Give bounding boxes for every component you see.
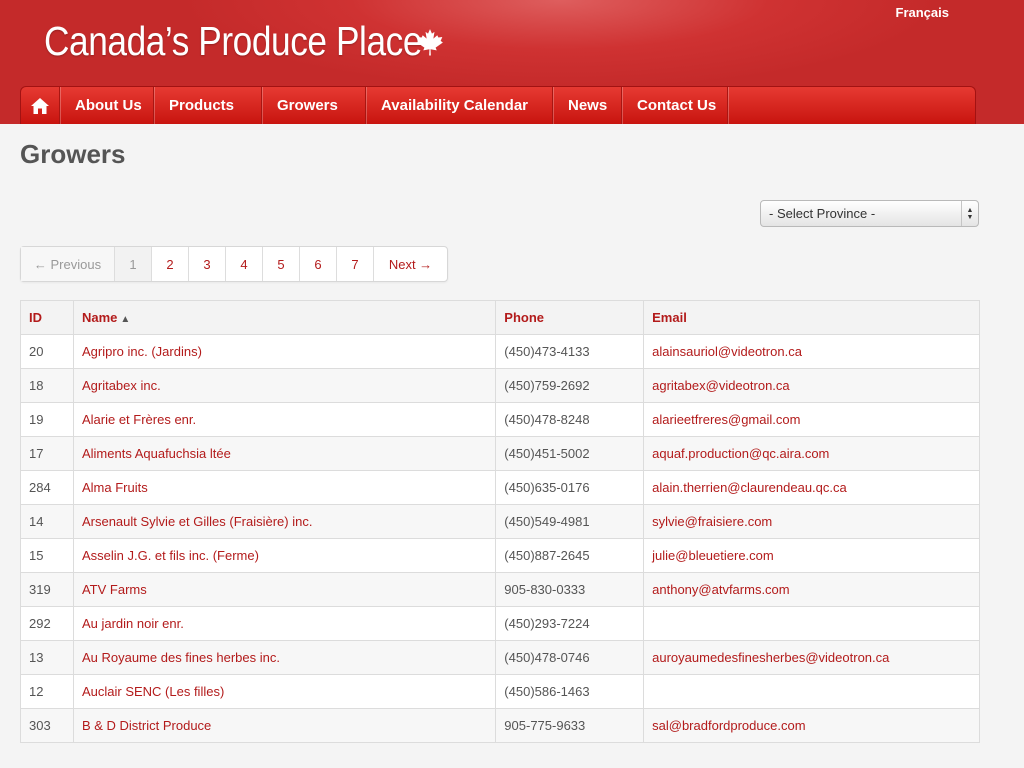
cell-name[interactable]: Auclair SENC (Les filles) [72,674,497,709]
table-row: 20 Agripro inc. (Jardins) (450)473-4133 ala… [20,334,980,369]
cell-phone: (450)759-2692 [495,368,645,403]
cell-phone: (450)451-5002 [495,436,645,471]
cell-phone: (450)887-2645 [495,538,645,573]
cell-id: 319 [20,572,74,607]
home-icon [31,97,49,114]
pagination-page-6[interactable]: 6 [300,247,337,281]
nav-home[interactable] [21,87,60,124]
cell-name[interactable]: Au Royaume des fines herbes inc. [72,640,497,675]
nav-products[interactable]: Products [154,87,262,124]
cell-email[interactable]: sal@bradfordproduce.com [643,708,980,743]
cell-email[interactable]: auroyaumedesfinesherbes@videotron.ca [643,640,980,675]
select-arrows-icon: ▲ ▼ [961,201,978,226]
cell-id: 15 [20,538,74,573]
pagination: ← Previous 1 2 3 4 5 6 7 Next → [20,246,448,282]
cell-name[interactable]: Au jardin noir enr. [72,606,497,641]
cell-id: 303 [20,708,74,743]
pagination-page-3[interactable]: 3 [189,247,226,281]
cell-id: 12 [20,674,74,709]
column-header-name-label: Name [81,310,118,325]
column-header-name[interactable]: Name ▲ [72,300,497,335]
province-select[interactable]: - Select Province - ▲ ▼ [760,200,979,227]
main-nav: About Us Products Growers Availability C… [20,86,976,124]
cell-id: 13 [20,640,74,675]
cell-phone: (450)293-7224 [495,606,645,641]
table-row: 18 Agritabex inc. (450)759-2692 agritabex@v… [20,368,980,403]
cell-name[interactable]: B & D District Produce [72,708,497,743]
cell-phone: (450)586-1463 [495,674,645,709]
cell-email[interactable] [643,606,980,641]
cell-email[interactable]: sylvie@fraisiere.com [643,504,980,539]
column-header-phone[interactable]: Phone [495,300,645,335]
nav-availability-calendar[interactable]: Availability Calendar [366,87,553,124]
pagination-page-7[interactable]: 7 [337,247,374,281]
sort-ascending-icon: ▲ [120,314,131,325]
cell-email[interactable]: alainsauriol@videotron.ca [643,334,980,369]
cell-id: 18 [20,368,74,403]
cell-name[interactable]: Agritabex inc. [72,368,497,403]
cell-email[interactable]: julie@bleuetiere.com [643,538,980,573]
cell-phone: 905-830-0333 [495,572,645,607]
pagination-page-5[interactable]: 5 [263,247,300,281]
cell-email[interactable]: aquaf.production@qc.aira.com [643,436,980,471]
table-row: 15 Asselin J.G. et fils inc. (Ferme) (450)… [20,538,980,573]
table-header-row: ID Name ▲ Phone Email [20,300,980,335]
cell-name[interactable]: Aliments Aquafuchsia ltée [72,436,497,471]
pagination-page-2[interactable]: 2 [152,247,189,281]
table-row: 319 ATV Farms 905-830-0333 anthony@atvfarms… [20,572,980,607]
cell-email[interactable]: alain.therrien@claurendeau.qc.ca [643,470,980,505]
nav-news[interactable]: News [553,87,622,124]
site-logo[interactable]: Canada’s Produce Place [44,18,422,65]
province-select-value: - Select Province - [769,206,876,221]
cell-name[interactable]: Alarie et Frères enr. [72,402,497,437]
pagination-page-4[interactable]: 4 [226,247,263,281]
pagination-next[interactable]: Next → [374,247,447,281]
table-row: 14 Arsenault Sylvie et Gilles (Fraisière)… [20,504,980,539]
column-header-id[interactable]: ID [20,300,74,335]
cell-id: 284 [20,470,74,505]
cell-email[interactable]: agritabex@videotron.ca [643,368,980,403]
table-row: 19 Alarie et Frères enr. (450)478-8248 alar… [20,402,980,437]
cell-email[interactable] [643,674,980,709]
cell-id: 20 [20,334,74,369]
maple-leaf-icon [417,29,443,56]
table-row: 12 Auclair SENC (Les filles) (450)586-1463 [20,674,980,709]
cell-id: 292 [20,606,74,641]
cell-name[interactable]: Arsenault Sylvie et Gilles (Fraisière) i… [72,504,497,539]
site-header: Français Canada’s Produce Place About Us… [0,0,1024,124]
cell-phone: (450)549-4981 [495,504,645,539]
table-row: 13 Au Royaume des fines herbes inc. (450)4… [20,640,980,675]
table-row: 284 Alma Fruits (450)635-0176 alain.therrie… [20,470,980,505]
page-title: Growers [20,139,126,169]
cell-name[interactable]: Alma Fruits [72,470,497,505]
cell-phone: (450)635-0176 [495,470,645,505]
cell-id: 19 [20,402,74,437]
nav-contact-us[interactable]: Contact Us [622,87,728,124]
nav-about-us[interactable]: About Us [60,87,154,124]
cell-email[interactable]: alarieetfreres@gmail.com [643,402,980,437]
table-row: 303 B & D District Produce 905-775-9633 sal… [20,708,980,743]
cell-email[interactable]: anthony@atvfarms.com [643,572,980,607]
pagination-previous[interactable]: ← Previous [21,247,115,281]
cell-name[interactable]: ATV Farms [72,572,497,607]
table-row: 292 Au jardin noir enr. (450)293-7224 [20,606,980,641]
language-link[interactable]: Français [896,5,949,20]
nav-growers[interactable]: Growers [262,87,366,124]
cell-phone: (450)478-8248 [495,402,645,437]
cell-id: 17 [20,436,74,471]
table-row: 17 Aliments Aquafuchsia ltée (450)451-5002… [20,436,980,471]
cell-name[interactable]: Asselin J.G. et fils inc. (Ferme) [72,538,497,573]
cell-name[interactable]: Agripro inc. (Jardins) [72,334,497,369]
pagination-page-1[interactable]: 1 [115,247,152,281]
growers-table: ID Name ▲ Phone Email 20 Agripro inc. (Jar… [20,300,980,743]
cell-phone: 905-775-9633 [495,708,645,743]
cell-id: 14 [20,504,74,539]
cell-phone: (450)478-0746 [495,640,645,675]
column-header-email[interactable]: Email [643,300,980,335]
cell-phone: (450)473-4133 [495,334,645,369]
